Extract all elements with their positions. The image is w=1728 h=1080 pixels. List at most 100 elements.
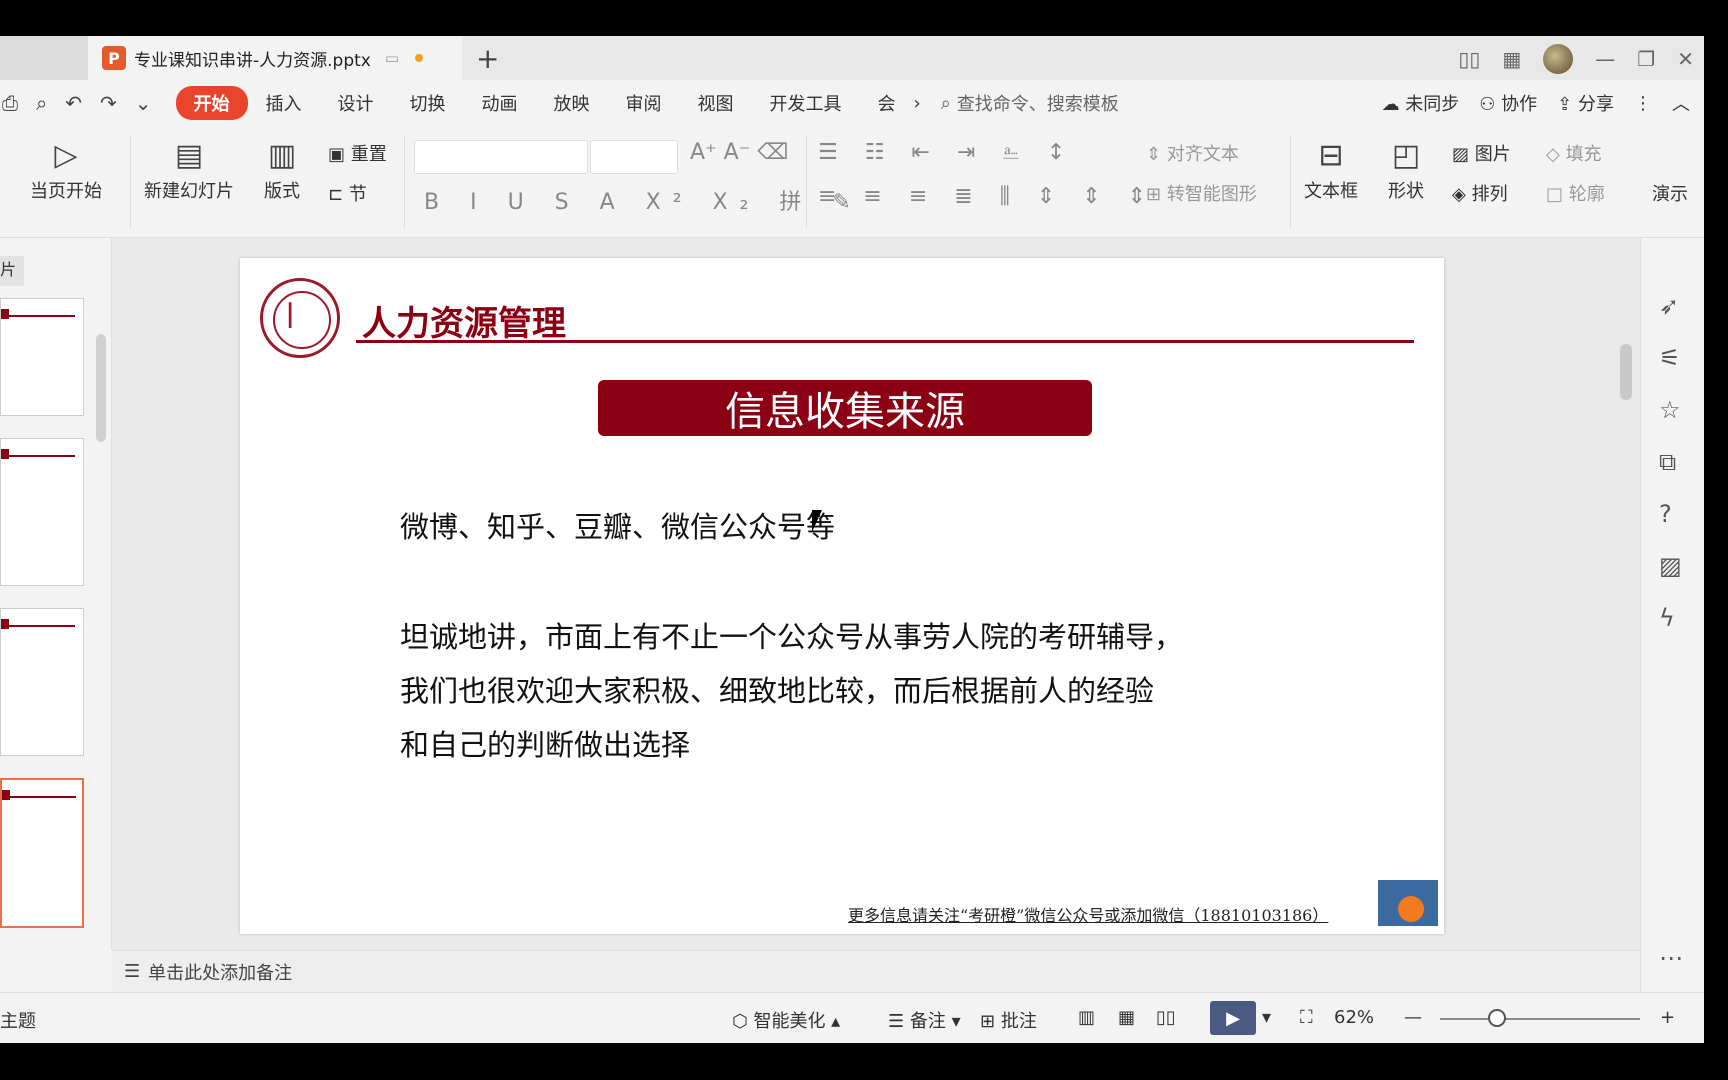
sync-button[interactable]: ☁ 未同步 [1382,90,1460,116]
monitor-icon[interactable]: ▭ [385,49,399,67]
align-text-button[interactable]: ⇕ 对齐文本 [1146,140,1239,166]
slide-thumbnail[interactable] [0,438,84,586]
quick-access-dropdown-icon[interactable]: ⌄ [135,91,152,115]
more-horizontal-icon[interactable]: ⋯ [1659,944,1683,972]
zoom-slider-knob[interactable] [1488,1009,1506,1027]
slide-thumbnail[interactable] [0,608,84,756]
print-icon[interactable]: ⎙ [2,91,18,115]
command-search[interactable]: ⌕ 查找命令、搜索模板 [941,90,1119,116]
collapse-ribbon-icon[interactable]: ︿ [1672,90,1690,116]
document-tab[interactable]: P 专业课知识串讲-人力资源.pptx ▭ [88,36,462,80]
picture-button[interactable]: ▨ 图片 [1452,140,1511,166]
star-icon[interactable]: ☆ [1659,396,1681,424]
theme-label[interactable]: 主题 [0,1007,36,1033]
image-edit-icon[interactable]: ▨ [1659,552,1682,580]
share-button[interactable]: ⇪ 分享 [1557,90,1614,116]
reading-view-icon[interactable]: ▯▯ [1156,1007,1176,1028]
undo-icon[interactable]: ↶ [65,91,82,115]
slide-header-title[interactable]: 人力资源管理 [362,296,566,345]
textbox-button[interactable]: ⊟ 文本框 [1304,138,1358,203]
font-grow-shrink-icons[interactable]: A⁺ A⁻ ⌫ [690,140,788,165]
fill-button[interactable]: ◇ 填充 [1546,140,1602,166]
rocket-icon[interactable]: ➶ [1659,292,1679,320]
fit-window-icon[interactable]: ⛶ [1300,1007,1313,1028]
previous-tab[interactable] [0,36,88,80]
zoom-slider[interactable] [1440,1018,1640,1020]
sliders-icon[interactable]: ⚟ [1659,344,1681,372]
present-button[interactable]: 演示 [1652,180,1688,206]
section-label: 节 [348,184,367,205]
collab-button[interactable]: ⚇ 协作 [1479,90,1537,116]
thumbnails-scrollbar[interactable] [96,334,106,442]
slides-tab[interactable]: 片 [0,256,24,286]
grid-apps-icon[interactable]: ▦ [1502,47,1521,71]
minimize-icon[interactable]: — [1595,47,1615,71]
zoom-level[interactable]: 62% [1334,1007,1374,1028]
menu-developer[interactable]: 开发工具 [752,90,860,116]
arrange-button[interactable]: ◈ 排列 [1452,180,1508,206]
menu-home[interactable]: 开始 [175,86,248,120]
menu-animation[interactable]: 动画 [464,90,536,116]
outline-button[interactable]: □ 轮廓 [1546,180,1605,206]
notes-pane[interactable]: ☰ 单击此处添加备注 [112,950,1640,992]
play-slideshow-button[interactable]: ▶ [1210,1001,1256,1035]
font-style-icons[interactable]: B I U S A X² X₂ 拼 ✎ [424,184,863,216]
menu-slideshow[interactable]: 放映 [536,90,608,116]
close-icon[interactable]: ✕ [1677,47,1694,71]
slide-footer-text[interactable]: 更多信息请关注“考研橙”微信公众号或添加微信（18810103186） [848,902,1328,926]
chevron-right-icon[interactable]: › [914,93,921,114]
smart-beautify-button[interactable]: ⬡ 智能美化 ▴ [732,1007,840,1033]
notes-toggle-button[interactable]: ☰ 备注 ▾ [888,1007,961,1033]
slide-thumbnails-panel: 片 [0,238,112,950]
share-icon: ⇪ [1557,94,1573,115]
restore-icon[interactable]: ❐ [1637,47,1655,71]
paragraph-align-icons[interactable]: ≡ ≡ ≡ ≣ ⫼ ⇕ ⇕ ⇕ [818,184,1156,209]
section-button[interactable]: ⊏ 节 [328,180,367,206]
more-icon[interactable]: ⋮ [1634,93,1652,114]
print-preview-icon[interactable]: ⌕ [36,91,47,115]
paragraph-line: 和自己的判断做出选择 [400,728,691,762]
menu-view[interactable]: 视图 [680,90,752,116]
shape-button[interactable]: ◰ 形状 [1388,138,1424,203]
reset-button[interactable]: ▣ 重置 [328,140,387,166]
menu-insert[interactable]: 插入 [248,90,320,116]
scrollbar-thumb[interactable] [1620,344,1632,400]
normal-view-icon[interactable]: ▥ [1078,1007,1095,1028]
redo-icon[interactable]: ↷ [100,91,117,115]
reset-icon: ▣ [328,144,346,165]
layout-icon: ▥ [267,138,297,173]
slide-vertical-scrollbar[interactable] [1620,254,1634,934]
zoom-in-icon[interactable]: + [1660,1007,1675,1028]
new-tab-button[interactable]: + [476,42,499,75]
body-text-sources[interactable]: 微博、知乎、豆瓣、微信公众号等 [400,504,835,546]
smart-shape-button[interactable]: ⊞ 转智能图形 [1146,180,1257,206]
comments-button[interactable]: ⊞ 批注 [980,1007,1037,1033]
menu-member[interactable]: 会 [860,90,914,116]
font-family-select[interactable] [414,140,588,174]
font-size-select[interactable] [590,140,678,174]
play-from-current-button[interactable]: ▷ 当页开始 [30,138,102,203]
new-slide-button[interactable]: ▤ 新建幻灯片 [144,138,234,203]
list-indent-icons[interactable]: ☰ ☷ ⇤ ⇥ ⎁ ↕ [818,140,1075,165]
layout-mode-icon[interactable]: ▯▯ [1458,47,1480,71]
help-icon[interactable]: ? [1659,500,1672,528]
play-dropdown-icon[interactable]: ▾ [1262,1007,1271,1028]
mouse-cursor-icon [812,510,822,532]
section-banner[interactable]: 信息收集来源 [598,380,1092,436]
body-text-paragraph[interactable]: 坦诚地讲，市面上有不止一个公众号从事劳人院的考研辅导， 我们也很欢迎大家积极、细… [400,610,1240,772]
comment-icon[interactable]: ⧉ [1659,448,1676,476]
slide-thumbnail-selected[interactable] [0,778,84,928]
menu-design[interactable]: 设计 [320,90,392,116]
lightning-icon[interactable]: ϟ [1659,604,1675,632]
sorter-view-icon[interactable]: ▦ [1118,1007,1135,1028]
menu-review[interactable]: 审阅 [608,90,680,116]
slide-thumbnail[interactable] [0,298,84,416]
play-circle-icon: ▷ [54,138,78,173]
user-avatar[interactable] [1543,44,1574,74]
shape-icon: ◰ [1391,138,1421,173]
zoom-out-icon[interactable]: — [1404,1007,1422,1028]
layout-button[interactable]: ▥ 版式 [264,138,300,203]
menu-transition[interactable]: 切换 [392,90,464,116]
slide-canvas[interactable]: ꟾ 人力资源管理 信息收集来源 微博、知乎、豆瓣、微信公众号等 坦诚地讲，市面上… [240,258,1444,934]
paragraph-line: 坦诚地讲，市面上有不止一个公众号从事劳人院的考研辅导， [400,620,1184,654]
